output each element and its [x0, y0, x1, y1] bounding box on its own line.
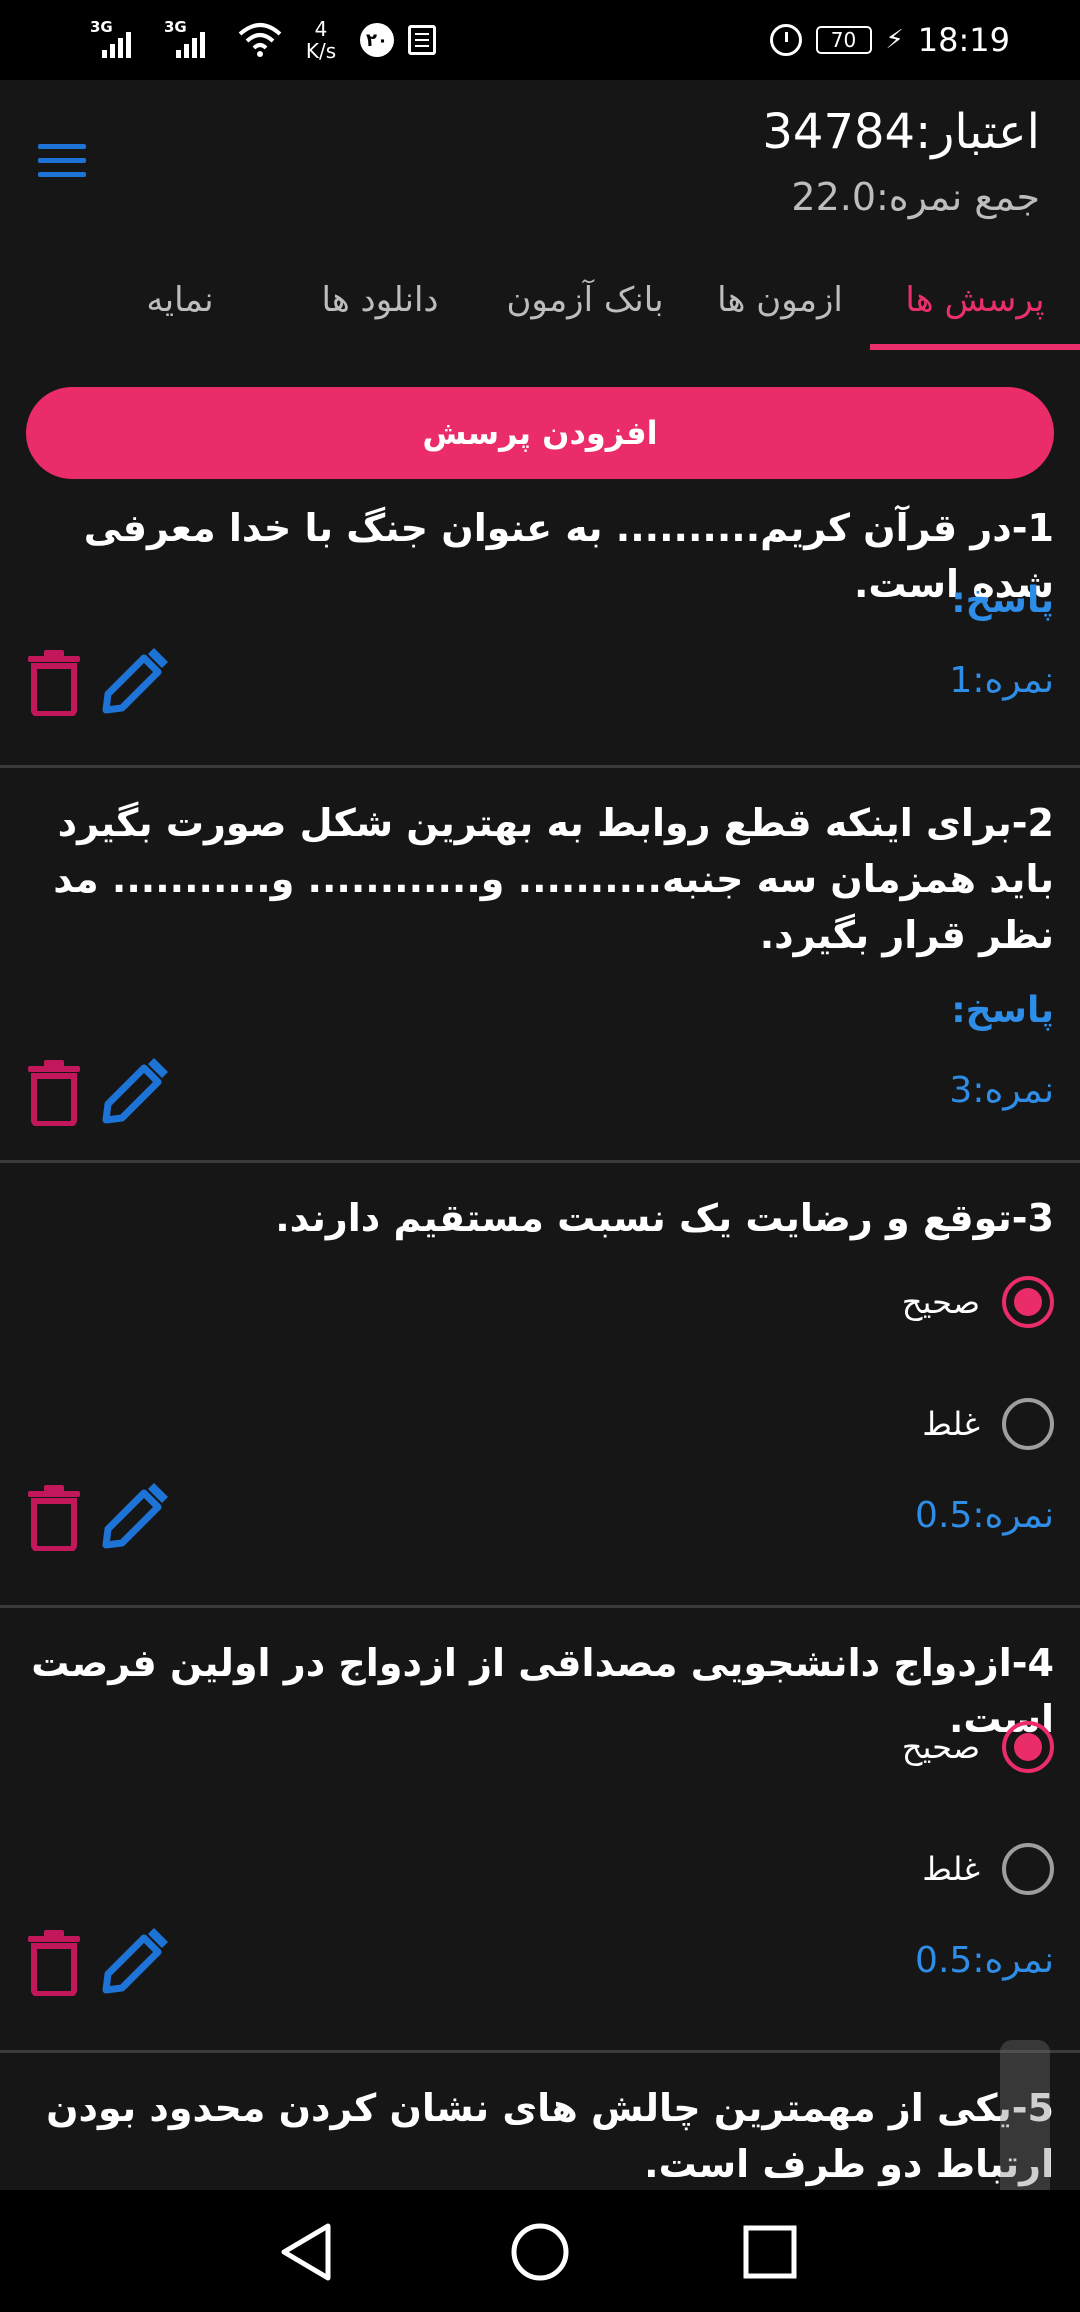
- question-score: نمره:3: [949, 1070, 1054, 1111]
- clock: 18:19: [917, 21, 1010, 59]
- option-label: صحیح: [901, 1283, 980, 1321]
- credit-balance: اعتبار:34784: [762, 104, 1040, 160]
- pencil-icon[interactable]: [100, 1928, 168, 1996]
- tab-exams[interactable]: ازمون ها: [690, 250, 870, 350]
- divider: [0, 765, 1080, 768]
- battery-level: 70: [815, 26, 872, 54]
- back-triangle-icon[interactable]: [276, 2220, 340, 2284]
- signal-sim1-icon: 3G: [90, 18, 150, 62]
- hamburger-menu-icon[interactable]: [30, 128, 94, 192]
- alarm-icon: [769, 24, 802, 56]
- option-label: صحیح: [901, 1728, 980, 1766]
- option-label: غلط: [922, 1405, 980, 1443]
- tab-exam-bank[interactable]: بانک آزمون: [480, 250, 690, 350]
- network-speed-unit: K/s: [305, 39, 337, 63]
- divider: [0, 2050, 1080, 2053]
- tab-bar: پرسش ها ازمون ها بانک آزمون دانلود ها نم…: [0, 250, 1080, 350]
- question-score: نمره:1: [949, 660, 1054, 701]
- question-text: 3-توقع و رضایت یک نسبت مستقیم دارند.: [275, 1196, 1054, 1240]
- answer-label: پاسخ:: [951, 580, 1054, 621]
- tab-questions[interactable]: پرسش ها: [870, 250, 1080, 350]
- signal-sim2-icon: 3G: [164, 18, 224, 62]
- answer-label: پاسخ:: [951, 990, 1054, 1031]
- question-text: 5-یکی از مهمترین چالش های نشان کردن محدو…: [46, 2086, 1054, 2186]
- status-bar-right: 70 ⚡ 18:19: [769, 14, 1010, 66]
- pencil-icon[interactable]: [100, 1483, 168, 1551]
- notification-badge: ۲۰: [360, 23, 394, 57]
- network-speed-value: 4: [314, 17, 328, 41]
- question-score: نمره:0.5: [915, 1495, 1054, 1536]
- trash-icon[interactable]: [26, 650, 82, 716]
- add-question-button[interactable]: افزودن پرسش: [26, 387, 1054, 479]
- charging-icon: ⚡: [885, 25, 904, 55]
- option-label: غلط: [922, 1850, 980, 1888]
- divider: [0, 1605, 1080, 1608]
- pencil-icon[interactable]: [100, 1058, 168, 1126]
- pencil-icon[interactable]: [100, 648, 168, 716]
- status-bar: 3G 3G 4 K/s ۲۰ 70 ⚡ 18:19: [0, 0, 1080, 80]
- question-text: 2-برای اینکه قطع روابط به بهترین شکل صور…: [53, 801, 1054, 957]
- question-card: 5-یکی از مهمترین چالش های نشان کردن محدو…: [0, 2080, 1080, 2190]
- option-false[interactable]: غلط: [922, 1394, 1054, 1454]
- question-text: 1-در قرآن کریم.......... به عنوان جنگ با…: [83, 506, 1054, 606]
- question-card: 4-ازدواج دانشجویی مصداقی از ازدواج در او…: [0, 1635, 1080, 2015]
- question-score: نمره:0.5: [915, 1940, 1054, 1981]
- app-bar: اعتبار:34784 جمع نمره:22.0 پرسش ها ازمون…: [0, 80, 1080, 350]
- trash-icon[interactable]: [26, 1930, 82, 1996]
- radio-unselected[interactable]: [1002, 1398, 1054, 1450]
- document-notification-icon: [408, 25, 436, 55]
- system-nav-bar: [0, 2190, 1080, 2312]
- question-card: 1-در قرآن کریم.......... به عنوان جنگ با…: [0, 500, 1080, 716]
- wifi-icon: [238, 23, 282, 57]
- question-list: افزودن پرسش 1-در قرآن کریم.......... به …: [0, 350, 1080, 2190]
- question-text: 4-ازدواج دانشجویی مصداقی از ازدواج در او…: [31, 1641, 1054, 1741]
- question-card: 2-برای اینکه قطع روابط به بهترین شکل صور…: [0, 795, 1080, 1126]
- radio-selected[interactable]: [1002, 1276, 1054, 1328]
- option-true[interactable]: صحیح: [902, 1272, 1054, 1332]
- tab-profile[interactable]: نمایه: [90, 250, 270, 350]
- trash-icon[interactable]: [26, 1060, 82, 1126]
- option-true[interactable]: صحیح: [902, 1717, 1054, 1777]
- network-speed: 4 K/s: [296, 18, 346, 62]
- status-bar-left: 3G 3G 4 K/s ۲۰: [90, 14, 436, 66]
- divider: [0, 1160, 1080, 1163]
- total-score: جمع نمره:22.0: [791, 175, 1040, 219]
- tab-downloads[interactable]: دانلود ها: [280, 250, 480, 350]
- recents-square-icon[interactable]: [738, 2220, 802, 2284]
- trash-icon[interactable]: [26, 1485, 82, 1551]
- radio-unselected[interactable]: [1002, 1843, 1054, 1895]
- home-circle-icon[interactable]: [508, 2220, 572, 2284]
- question-card: 3-توقع و رضایت یک نسبت مستقیم دارند. صحی…: [0, 1190, 1080, 1570]
- option-false[interactable]: غلط: [922, 1839, 1054, 1899]
- radio-selected[interactable]: [1002, 1721, 1054, 1773]
